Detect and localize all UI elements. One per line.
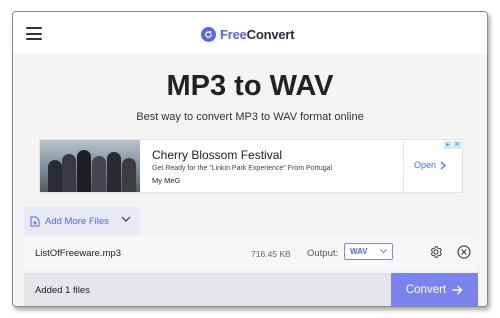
ad-divider <box>403 140 404 192</box>
ad-info-icon[interactable]: ▸ <box>444 141 452 149</box>
ad-image <box>40 140 140 192</box>
output-label: Output: <box>307 248 339 259</box>
ad-open-label: Open <box>414 160 437 170</box>
chevron-down-icon <box>380 249 387 254</box>
ad-banner[interactable]: Cherry Blossom Festival Get Ready for th… <box>39 139 463 193</box>
logo-text: FreeConvert <box>220 26 295 42</box>
ad-close-icon[interactable]: ✕ <box>453 141 461 149</box>
ad-headline[interactable]: Cherry Blossom Festival <box>152 148 282 162</box>
output-format-value: WAV <box>350 247 368 256</box>
file-row: ListOfFreeware.mp3 716.45 KB Output: WAV <box>24 237 478 269</box>
ad-badge[interactable]: ▸ ✕ <box>444 141 461 149</box>
file-name: ListOfFreeware.mp3 <box>35 248 122 259</box>
hamburger-icon[interactable] <box>26 27 42 40</box>
chevron-right-icon <box>440 161 447 169</box>
ad-brand: My MeG <box>152 176 181 185</box>
main-content: MP3 to WAV Best way to convert MP3 to WA… <box>13 54 487 306</box>
ad-open-button[interactable]: Open <box>414 160 447 170</box>
ad-description: Get Ready for the "Linkin Park Experienc… <box>152 165 333 172</box>
page-subtitle: Best way to convert MP3 to WAV format on… <box>136 111 364 123</box>
chevron-down-icon[interactable] <box>121 216 131 223</box>
close-circle-icon[interactable] <box>457 245 471 259</box>
file-plus-icon <box>30 216 40 226</box>
output-format-select[interactable]: WAV <box>344 243 393 260</box>
footer-bar: Added 1 files Convert <box>24 273 478 306</box>
logo[interactable]: FreeConvert <box>201 25 295 43</box>
convert-button[interactable]: Convert <box>391 273 478 306</box>
file-size: 716.45 KB <box>251 249 291 259</box>
convert-label: Convert <box>405 284 447 296</box>
files-added-status: Added 1 files <box>35 285 90 296</box>
browser-frame: FreeConvert MP3 to WAV Best way to conve… <box>12 11 488 307</box>
add-more-files-button[interactable]: Add More Files <box>24 207 140 235</box>
arrow-right-icon <box>452 285 463 295</box>
header: FreeConvert <box>13 12 487 54</box>
page-title: MP3 to WAV <box>166 70 334 102</box>
refresh-circle-icon <box>201 26 216 42</box>
add-more-files-label: Add More Files <box>45 215 109 227</box>
gear-icon[interactable] <box>429 245 443 259</box>
